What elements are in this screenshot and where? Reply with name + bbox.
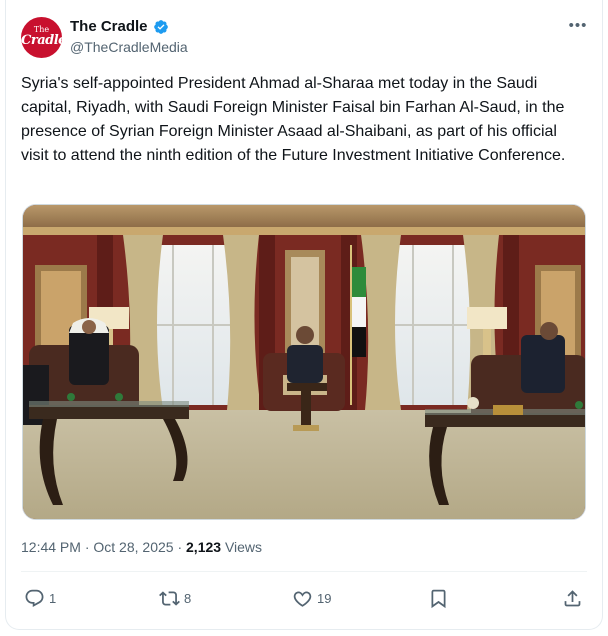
author-name[interactable]: The Cradle <box>70 17 148 36</box>
meeting-room-image <box>23 205 585 519</box>
avatar[interactable]: The Cradle <box>21 17 62 58</box>
divider <box>21 571 587 572</box>
like-icon <box>293 591 312 607</box>
views-count: 2,123 <box>186 539 222 555</box>
more-icon[interactable]: ••• <box>566 17 590 37</box>
reply-count: 1 <box>49 590 57 606</box>
share-icon <box>564 589 581 606</box>
bookmark-icon <box>431 589 446 608</box>
reply-icon <box>25 589 44 607</box>
tweet-photo[interactable] <box>22 204 586 520</box>
like-button[interactable]: 19 <box>292 587 331 609</box>
repost-icon <box>159 590 180 606</box>
share-button[interactable] <box>562 587 583 609</box>
verified-badge-icon <box>154 20 168 34</box>
author-handle[interactable]: @TheCradleMedia <box>70 38 188 56</box>
avatar-text-main: Cradle <box>21 33 62 48</box>
meta-separator-2: · <box>177 539 183 555</box>
meta-separator: · <box>84 539 90 555</box>
tweet-time[interactable]: 12:44 PM <box>21 539 81 555</box>
tweet-meta: 12:44 PM · Oct 28, 2025 · 2,123 Views <box>21 538 262 556</box>
repost-button[interactable]: 8 <box>159 587 191 609</box>
tweet-text: Syria's self-appointed President Ahmad a… <box>21 75 566 164</box>
tweet-date[interactable]: Oct 28, 2025 <box>93 539 173 555</box>
views-label: Views <box>224 539 263 555</box>
repost-count: 8 <box>184 590 192 606</box>
reply-button[interactable]: 1 <box>24 587 56 609</box>
like-count: 19 <box>317 590 332 606</box>
bookmark-button[interactable] <box>428 587 449 609</box>
